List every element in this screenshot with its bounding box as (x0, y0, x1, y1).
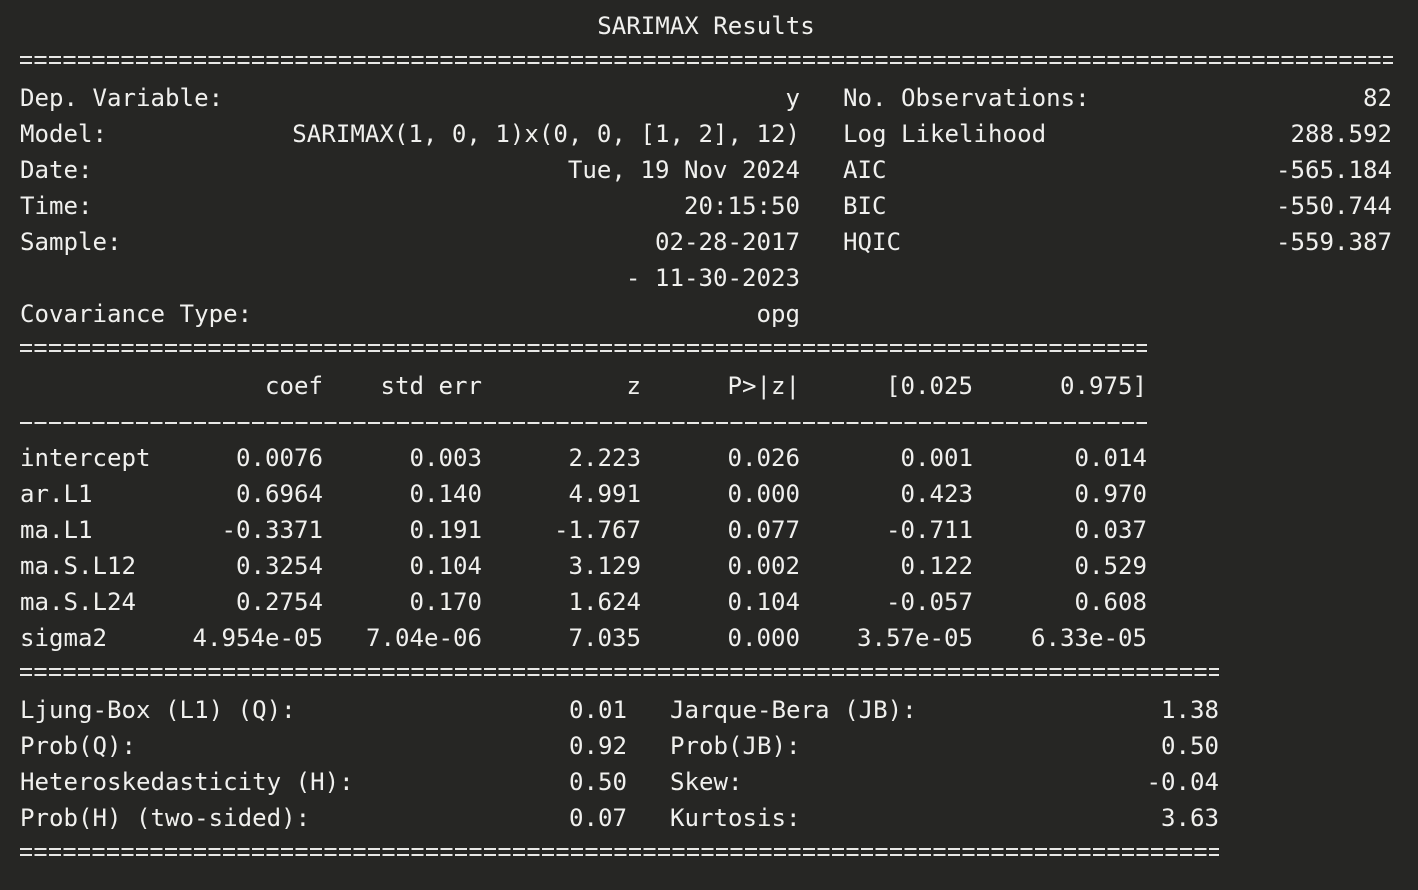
diag-right-value: 3.63 (1160, 804, 1219, 832)
diag-right-value: -0.04 (1146, 768, 1219, 796)
p-value: 0.104 (727, 588, 800, 616)
coef-value: -0.3371 (221, 516, 323, 544)
header-z: z (626, 372, 641, 400)
summary-left-value: 02-28-2017 (654, 228, 800, 256)
z-value: 7.035 (568, 624, 641, 652)
diag-left-label: Ljung-Box (L1) (Q): (20, 696, 296, 724)
coef-value: 0.2754 (235, 588, 323, 616)
diag-right-label: Kurtosis: (670, 804, 801, 832)
diag-left-value: 0.92 (568, 732, 627, 760)
coef-header-divider (20, 422, 1147, 424)
ci-upper-value: 6.33e-05 (1030, 624, 1147, 652)
summary-left-value: 20:15:50 (683, 192, 800, 220)
summary-right-value: -565.184 (1275, 156, 1392, 184)
coef-value: 0.0076 (235, 444, 323, 472)
diag-left-label: Prob(Q): (20, 732, 137, 760)
summary-left-label: Dep. Variable: (20, 84, 224, 112)
summary-top-rule (20, 56, 1393, 65)
ci-lower-value: 0.001 (900, 444, 973, 472)
diagnostics-bottom-rule (20, 848, 1219, 857)
p-value: 0.077 (727, 516, 800, 544)
results-title: SARIMAX Results (597, 12, 815, 40)
summary-left-label: Covariance Type: (20, 300, 253, 328)
ci-upper-value: 0.608 (1074, 588, 1147, 616)
coef-value: 4.954e-05 (192, 624, 323, 652)
z-value: 4.991 (568, 480, 641, 508)
diag-right-label: Prob(JB): (670, 732, 801, 760)
diag-left-value: 0.07 (568, 804, 627, 832)
z-value: 2.223 (568, 444, 641, 472)
diag-left-label: Heteroskedasticity (H): (20, 768, 354, 796)
ci-lower-value: 0.122 (900, 552, 973, 580)
summary-left-value: y (785, 84, 800, 112)
ci-lower-value: 0.423 (900, 480, 973, 508)
summary-left-value: opg (756, 300, 800, 328)
summary-left-label: Time: (20, 192, 93, 220)
summary-right-value: -559.387 (1275, 228, 1392, 256)
summary-right-label: AIC (843, 156, 887, 184)
std-err-value: 0.170 (409, 588, 482, 616)
param-name: ar.L1 (20, 480, 93, 508)
coef-value: 0.3254 (235, 552, 323, 580)
summary-right-label: BIC (843, 192, 887, 220)
summary-left-label: Sample: (20, 228, 122, 256)
summary-left-label: Date: (20, 156, 93, 184)
ci-upper-value: 0.970 (1074, 480, 1147, 508)
ci-lower-value: 3.57e-05 (856, 624, 973, 652)
param-name: sigma2 (20, 624, 108, 652)
coef-value: 0.6964 (235, 480, 323, 508)
header-coef: coef (264, 372, 323, 400)
z-value: 1.624 (568, 588, 641, 616)
param-name: intercept (20, 444, 151, 472)
std-err-value: 0.003 (409, 444, 482, 472)
header-ci-upper: 0.975] (1059, 372, 1147, 400)
z-value: 3.129 (568, 552, 641, 580)
coef-top-rule (20, 344, 1147, 353)
diag-left-value: 0.01 (568, 696, 627, 724)
summary-right-value: 82 (1362, 84, 1392, 112)
summary-left-label: Model: (20, 120, 108, 148)
p-value: 0.026 (727, 444, 800, 472)
diag-right-label: Jarque-Bera (JB): (670, 696, 917, 724)
summary-left-value: - 11-30-2023 (625, 264, 800, 292)
header-std-err: std err (380, 372, 482, 400)
param-name: ma.S.L12 (20, 552, 137, 580)
p-value: 0.000 (727, 624, 800, 652)
summary-left-value: SARIMAX(1, 0, 1)x(0, 0, [1, 2], 12) (292, 120, 800, 148)
summary-right-value: 288.592 (1290, 120, 1392, 148)
summary-right-label: Log Likelihood (843, 120, 1047, 148)
diag-right-label: Skew: (670, 768, 743, 796)
param-name: ma.L1 (20, 516, 93, 544)
diag-left-label: Prob(H) (two-sided): (20, 804, 311, 832)
ci-upper-value: 0.037 (1074, 516, 1147, 544)
ci-upper-value: 0.529 (1074, 552, 1147, 580)
p-value: 0.000 (727, 480, 800, 508)
std-err-value: 0.191 (409, 516, 482, 544)
ci-lower-value: -0.057 (885, 588, 973, 616)
z-value: -1.767 (553, 516, 641, 544)
std-err-value: 0.104 (409, 552, 482, 580)
ci-lower-value: -0.711 (885, 516, 973, 544)
p-value: 0.002 (727, 552, 800, 580)
std-err-value: 7.04e-06 (365, 624, 482, 652)
summary-right-label: HQIC (843, 228, 902, 256)
summary-right-value: -550.744 (1275, 192, 1392, 220)
std-err-value: 0.140 (409, 480, 482, 508)
diag-left-value: 0.50 (568, 768, 627, 796)
summary-left-value: Tue, 19 Nov 2024 (567, 156, 800, 184)
ci-upper-value: 0.014 (1074, 444, 1147, 472)
diag-right-value: 0.50 (1160, 732, 1219, 760)
summary-right-label: No. Observations: (843, 84, 1090, 112)
header-ci-lower: [0.025 (885, 372, 973, 400)
param-name: ma.S.L24 (20, 588, 137, 616)
header-p-value: P>|z| (727, 372, 800, 400)
diagnostics-top-rule (20, 668, 1219, 677)
diag-right-value: 1.38 (1160, 696, 1219, 724)
